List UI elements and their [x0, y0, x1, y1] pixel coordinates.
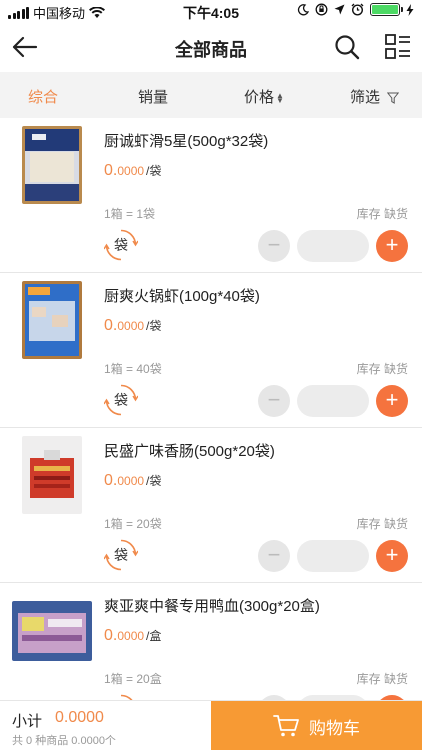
product-image [22, 126, 82, 204]
product-card[interactable]: 厨爽火锅虾(100g*40袋) 0.0000/袋 1箱 = 40袋 库存 缺货 … [0, 273, 422, 428]
rotation-lock-icon [315, 3, 328, 16]
location-icon [334, 4, 345, 15]
unit-label: 袋 [114, 392, 128, 408]
sort-arrows-icon: ▲ ▼ [276, 91, 284, 106]
tab-sales[interactable]: 销量 [138, 86, 168, 107]
subtotal-value: 0.0000 [55, 709, 104, 726]
unit-label: 袋 [114, 237, 128, 253]
decrement-button[interactable]: − [258, 540, 290, 572]
search-icon[interactable] [333, 33, 361, 61]
tab-price[interactable]: 价格 ▲ ▼ [244, 86, 284, 107]
bottom-bar: 小计 0.0000 共 0 种商品 0.0000个 购物车 [0, 700, 422, 750]
product-spec: 1箱 = 20袋 [104, 517, 162, 531]
quantity-field[interactable] [297, 540, 369, 572]
stock-status: 库存 缺货 [356, 517, 408, 531]
tab-price-label: 价格 [244, 89, 275, 106]
product-spec: 1箱 = 40袋 [104, 362, 162, 376]
moon-icon [297, 3, 309, 15]
stock-status: 库存 缺货 [356, 207, 408, 221]
product-image [22, 281, 82, 359]
subtotal-label: 小计 [12, 713, 43, 730]
increment-button[interactable]: + [376, 230, 408, 262]
stock-status: 库存 缺货 [356, 672, 408, 686]
product-image [12, 601, 92, 661]
status-right [297, 3, 414, 16]
tab-filter[interactable]: 筛选 [350, 86, 400, 107]
product-name[interactable]: 厨爽火锅虾(100g*40袋) [104, 285, 260, 306]
cart-icon [273, 715, 299, 737]
status-bar: 中国移动 下午4:05 [0, 0, 422, 22]
stock-status: 库存 缺货 [356, 362, 408, 376]
decrement-button[interactable]: − [258, 230, 290, 262]
product-image [22, 436, 82, 514]
increment-button[interactable]: + [376, 540, 408, 572]
product-price: 0.0000/袋 [104, 162, 162, 179]
product-card[interactable]: 民盛广味香肠(500g*20袋) 0.0000/袋 1箱 = 20袋 库存 缺货… [0, 428, 422, 583]
alarm-icon [351, 3, 364, 16]
quantity-field[interactable] [297, 230, 369, 262]
product-name[interactable]: 民盛广味香肠(500g*20袋) [104, 440, 275, 461]
tab-filter-label: 筛选 [350, 89, 381, 106]
product-spec: 1箱 = 20盒 [104, 672, 162, 686]
tab-comprehensive[interactable]: 综合 [28, 86, 58, 107]
product-card[interactable]: 厨诚虾滑5星(500g*32袋) 0.0000/袋 1箱 = 1袋 库存 缺货 … [0, 118, 422, 273]
product-name[interactable]: 爽亚爽中餐专用鸭血(300g*20盒) [104, 595, 320, 616]
sort-bar: 综合 销量 价格 ▲ ▼ 筛选 [0, 72, 422, 118]
increment-button[interactable]: + [376, 385, 408, 417]
product-name[interactable]: 厨诚虾滑5星(500g*32袋) [104, 130, 268, 151]
unit-selector[interactable]: 袋 [104, 383, 138, 417]
charging-icon [406, 3, 414, 16]
cart-button-label: 购物车 [309, 718, 360, 738]
cart-summary: 共 0 种商品 0.0000个 [12, 735, 116, 747]
quantity-field[interactable] [297, 385, 369, 417]
unit-label: 袋 [114, 547, 128, 563]
nav-bar: 全部商品 [0, 22, 422, 72]
product-spec: 1箱 = 1袋 [104, 207, 156, 221]
decrement-button[interactable]: − [258, 385, 290, 417]
battery-icon [370, 3, 403, 16]
unit-selector[interactable]: 袋 [104, 538, 138, 572]
product-price: 0.0000/盒 [104, 627, 162, 644]
product-price: 0.0000/袋 [104, 317, 162, 334]
cart-button[interactable]: 购物车 [211, 701, 422, 750]
unit-selector[interactable]: 袋 [104, 228, 138, 262]
filter-icon [386, 92, 400, 104]
product-price: 0.0000/袋 [104, 472, 162, 489]
layout-toggle-icon[interactable] [385, 34, 411, 60]
